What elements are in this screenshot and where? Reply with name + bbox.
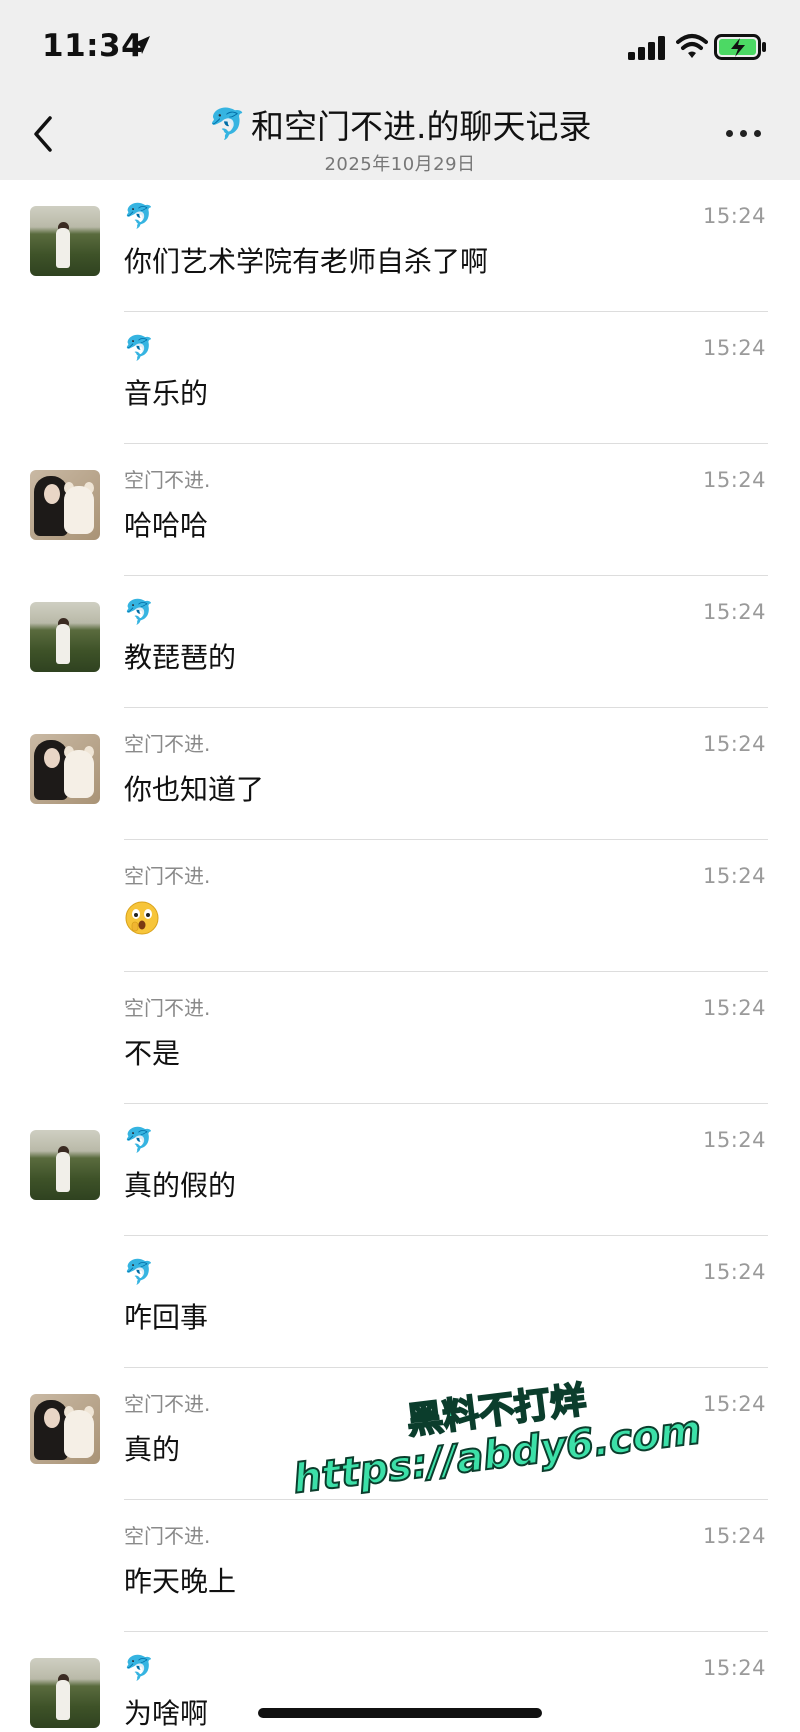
wifi-icon [676,34,708,58]
message-time: 15:24 [702,864,766,888]
message-row[interactable]: 🐬 15:24 教琵琶的 [0,576,800,708]
status-time: 11:34 [42,28,144,64]
message-text: 你们艺术学院有老师自杀了啊 [124,245,489,278]
avatar[interactable] [30,206,100,276]
back-button[interactable] [26,110,60,158]
message-row[interactable]: 空门不进. 15:24 真的 [0,1368,800,1500]
message-time: 15:24 [702,732,766,756]
message-text: 不是 [124,1037,181,1070]
message-text: 昨天晚上 [124,1565,237,1598]
avatar[interactable] [30,1658,100,1728]
message-text: 真的假的 [124,1169,237,1202]
message-text: 为啥啊 [124,1697,209,1730]
message-row[interactable]: 空门不进. 15:24 昨天晚上 [0,1500,800,1632]
message-text: 教琵琶的 [124,641,237,674]
message-time: 15:24 [702,600,766,624]
shocked-face-icon [125,901,159,935]
nav-bar: 🐬 和空门不进.的聊天记录 2025年10月29日 [0,92,800,180]
sender-name: 🐬 [124,1126,154,1154]
sender-name: 🐬 [124,598,154,626]
home-indicator[interactable] [258,1708,542,1718]
more-options-button[interactable] [722,120,766,148]
sender-name: 空门不进. [124,864,211,888]
message-row[interactable]: 空门不进. 15:24 哈哈哈 [0,444,800,576]
message-time: 15:24 [702,1392,766,1416]
avatar[interactable] [30,470,100,540]
message-text: 咋回事 [124,1301,209,1334]
message-text: 音乐的 [124,377,209,410]
sender-name: 空门不进. [124,1392,211,1416]
message-text: 真的 [124,1433,181,1466]
location-arrow-icon [132,36,150,54]
message-time: 15:24 [702,996,766,1020]
message-row[interactable]: 🐬 15:24 咋回事 [0,1236,800,1368]
chat-date: 2025年10月29日 [324,154,476,175]
message-text: 哈哈哈 [124,509,209,542]
chat-history-screen: 11:34 🐬 和空门不进.的聊天记录 2025年10月29日 🐬 15:24 … [0,0,800,1732]
message-time: 15:24 [702,1656,766,1680]
message-row[interactable]: 空门不进. 15:24 你也知道了 [0,708,800,840]
message-row[interactable]: 🐬 15:24 音乐的 [0,312,800,444]
avatar[interactable] [30,1130,100,1200]
message-row[interactable]: 🐬 15:24 你们艺术学院有老师自杀了啊 [0,180,800,312]
message-time: 15:24 [702,1260,766,1284]
message-row[interactable]: 空门不进. 15:24 [0,840,800,972]
sender-name: 🐬 [124,1654,154,1682]
sender-name: 🐬 [124,202,154,230]
sender-name: 空门不进. [124,996,211,1020]
message-text: 你也知道了 [124,773,265,806]
avatar[interactable] [30,1394,100,1464]
sender-name: 空门不进. [124,1524,211,1548]
sender-name: 空门不进. [124,732,211,756]
message-list: 🐬 15:24 你们艺术学院有老师自杀了啊 🐬 15:24 音乐的空门不进. 15:24 哈哈… [0,180,800,1732]
top-area: 11:34 🐬 和空门不进.的聊天记录 2025年10月29日 [0,0,800,180]
status-bar: 11:34 [0,0,800,92]
message-time: 15:24 [702,1128,766,1152]
chat-title: 和空门不进.的聊天记录 [250,107,592,146]
dolphin-emoji: 🐬 [208,106,246,142]
battery-charging-icon [714,34,766,60]
message-row[interactable]: 空门不进. 15:24 不是 [0,972,800,1104]
message-row[interactable]: 🐬 15:24 真的假的 [0,1104,800,1236]
sender-name: 🐬 [124,334,154,362]
chat-title-block: 🐬 和空门不进.的聊天记录 2025年10月29日 [120,100,680,176]
message-time: 15:24 [702,204,766,228]
message-time: 15:24 [702,1524,766,1548]
message-time: 15:24 [702,336,766,360]
avatar[interactable] [30,602,100,672]
sender-name: 🐬 [124,1258,154,1286]
avatar[interactable] [30,734,100,804]
sender-name: 空门不进. [124,468,211,492]
message-time: 15:24 [702,468,766,492]
cellular-signal-icon [628,36,665,60]
